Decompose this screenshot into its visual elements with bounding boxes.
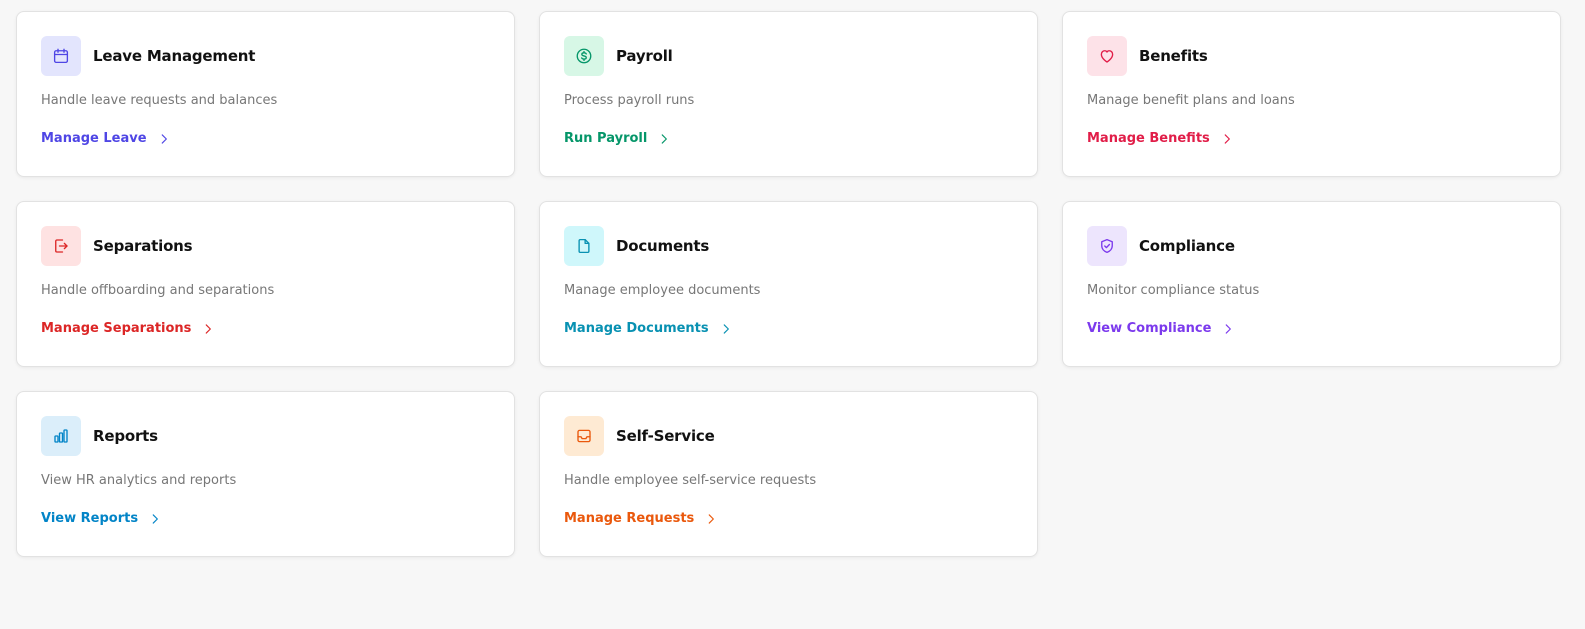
card-reports: Reports View HR analytics and reports Vi… <box>16 391 515 557</box>
card-header: Compliance <box>1087 226 1235 266</box>
card-description: Handle employee self-service requests <box>564 473 817 488</box>
view-compliance-link[interactable]: View Compliance <box>1087 321 1235 336</box>
link-label: Manage Documents <box>564 321 709 336</box>
inbox-icon <box>564 416 604 456</box>
card-benefits: Benefits Manage benefit plans and loans … <box>1062 11 1561 177</box>
chevron-right-icon <box>161 133 167 144</box>
card-title: Leave Management <box>93 47 256 65</box>
link-label: View Compliance <box>1087 321 1212 336</box>
card-title: Payroll <box>616 47 673 65</box>
card-header: Benefits <box>1087 36 1208 76</box>
card-title: Self-Service <box>616 427 715 445</box>
card-title: Compliance <box>1139 237 1235 255</box>
card-payroll: Payroll Process payroll runs Run Payroll <box>539 11 1038 177</box>
card-description: Manage benefit plans and loans <box>1087 93 1295 108</box>
manage-leave-link[interactable]: Manage Leave <box>41 131 171 146</box>
chevron-right-icon <box>1226 323 1232 334</box>
link-label: Manage Requests <box>564 511 695 526</box>
card-self-service: Self-Service Handle employee self-servic… <box>539 391 1038 557</box>
card-description: Process payroll runs <box>564 93 695 108</box>
shield-check-icon <box>1087 226 1127 266</box>
card-title: Benefits <box>1139 47 1208 65</box>
card-leave-management: Leave Management Handle leave requests a… <box>16 11 515 177</box>
run-payroll-link[interactable]: Run Payroll <box>564 131 671 146</box>
link-label: View Reports <box>41 511 139 526</box>
card-description: View HR analytics and reports <box>41 473 237 488</box>
card-header: Documents <box>564 226 709 266</box>
view-reports-link[interactable]: View Reports <box>41 511 162 526</box>
bar-chart-icon <box>41 416 81 456</box>
card-title: Documents <box>616 237 710 255</box>
heart-icon <box>1087 36 1127 76</box>
calendar-icon <box>41 36 81 76</box>
link-label: Run Payroll <box>564 131 648 146</box>
file-icon <box>564 226 604 266</box>
card-documents: Documents Manage employee documents Mana… <box>539 201 1038 367</box>
chevron-right-icon <box>723 323 729 334</box>
chevron-right-icon <box>1224 133 1230 144</box>
card-header: Separations <box>41 226 193 266</box>
logout-icon <box>41 226 81 266</box>
card-description: Handle leave requests and balances <box>41 93 278 108</box>
card-compliance: Compliance Monitor compliance status Vie… <box>1062 201 1561 367</box>
link-label: Manage Leave <box>41 131 147 146</box>
card-header: Reports <box>41 416 158 456</box>
manage-requests-link[interactable]: Manage Requests <box>564 511 718 526</box>
card-description: Monitor compliance status <box>1087 283 1260 298</box>
card-description: Manage employee documents <box>564 283 761 298</box>
card-header: Self-Service <box>564 416 715 456</box>
manage-benefits-link[interactable]: Manage Benefits <box>1087 131 1234 146</box>
chevron-right-icon <box>661 133 668 144</box>
chevron-right-icon <box>708 513 715 524</box>
chevron-right-icon <box>152 513 158 524</box>
chevron-right-icon <box>206 323 212 334</box>
card-title: Separations <box>93 237 193 255</box>
dollar-circle-icon <box>564 36 604 76</box>
card-title: Reports <box>93 427 158 445</box>
manage-documents-link[interactable]: Manage Documents <box>564 321 733 336</box>
card-header: Leave Management <box>41 36 255 76</box>
module-card-grid: Leave Management Handle leave requests a… <box>16 11 1561 557</box>
card-separations: Separations Handle offboarding and separ… <box>16 201 515 367</box>
link-label: Manage Separations <box>41 321 192 336</box>
card-header: Payroll <box>564 36 673 76</box>
card-description: Handle offboarding and separations <box>41 283 275 298</box>
manage-separations-link[interactable]: Manage Separations <box>41 321 215 336</box>
link-label: Manage Benefits <box>1087 131 1210 146</box>
